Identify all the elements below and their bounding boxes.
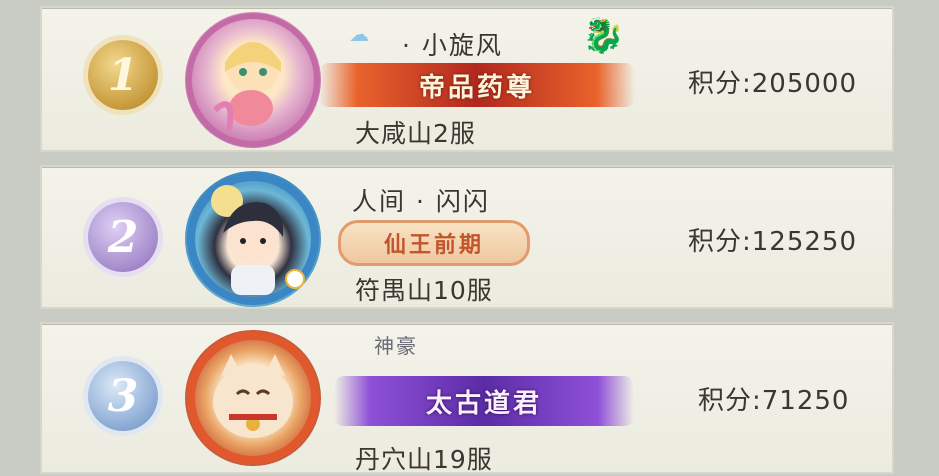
rank-medal-icon: 2 <box>88 202 158 272</box>
server-name: 大咸山2服 <box>355 119 476 148</box>
score-value: 积分:125250 <box>688 221 857 258</box>
score-label: 积分: <box>688 227 752 257</box>
leaderboard-row[interactable]: 3 神豪 太古道君 丹穴山19服 积分:71250 <box>40 322 894 474</box>
score-value: 积分:205000 <box>688 63 857 100</box>
server-name: 符禺山10服 <box>355 276 493 305</box>
score-label: 积分: <box>698 386 762 416</box>
player-avatar[interactable] <box>185 171 321 307</box>
score-value: 积分:71250 <box>698 380 849 417</box>
score-number: 71250 <box>761 386 850 416</box>
portrait-illustration-icon <box>187 332 319 464</box>
title-text: 仙王前期 <box>383 233 484 258</box>
server-name: 丹穴山19服 <box>355 445 493 474</box>
portrait-illustration-icon <box>187 173 319 305</box>
player-name: · 小旋风 <box>402 31 503 60</box>
leaderboard-list: 1 ☁ · 小旋风 帝品药尊 🐉 大咸山2服 积分:205000 2 人间 · … <box>0 0 939 474</box>
portrait-illustration-icon <box>186 13 320 147</box>
player-title-badge: 仙王前期 <box>338 220 530 266</box>
score-number: 205000 <box>751 69 858 99</box>
score-label: 积分: <box>688 69 752 99</box>
leaderboard-row[interactable]: 2 人间 · 闪闪 仙王前期 符禺山10服 积分:125250 <box>40 165 894 309</box>
score-number: 125250 <box>751 227 858 257</box>
rank-medal-icon: 1 <box>88 40 158 110</box>
cloud-icon: ☁ <box>349 22 369 46</box>
player-avatar[interactable] <box>185 12 321 148</box>
title-text: 帝品药尊 <box>418 72 535 103</box>
rank-number: 1 <box>107 49 139 101</box>
dragon-icon: 🐉 <box>582 16 625 56</box>
player-avatar[interactable] <box>185 330 321 466</box>
rank-medal-icon: 3 <box>88 361 158 431</box>
player-name: 人间 · 闪闪 <box>352 187 490 216</box>
title-text: 太古道君 <box>425 388 542 419</box>
leaderboard-row[interactable]: 1 ☁ · 小旋风 帝品药尊 🐉 大咸山2服 积分:205000 <box>40 6 894 152</box>
player-title-badge: 帝品药尊 <box>319 63 635 107</box>
rank-number: 2 <box>107 211 139 263</box>
rank-number: 3 <box>107 370 139 422</box>
player-title-badge: 太古道君 <box>334 376 634 426</box>
player-name: 神豪 <box>374 334 418 358</box>
